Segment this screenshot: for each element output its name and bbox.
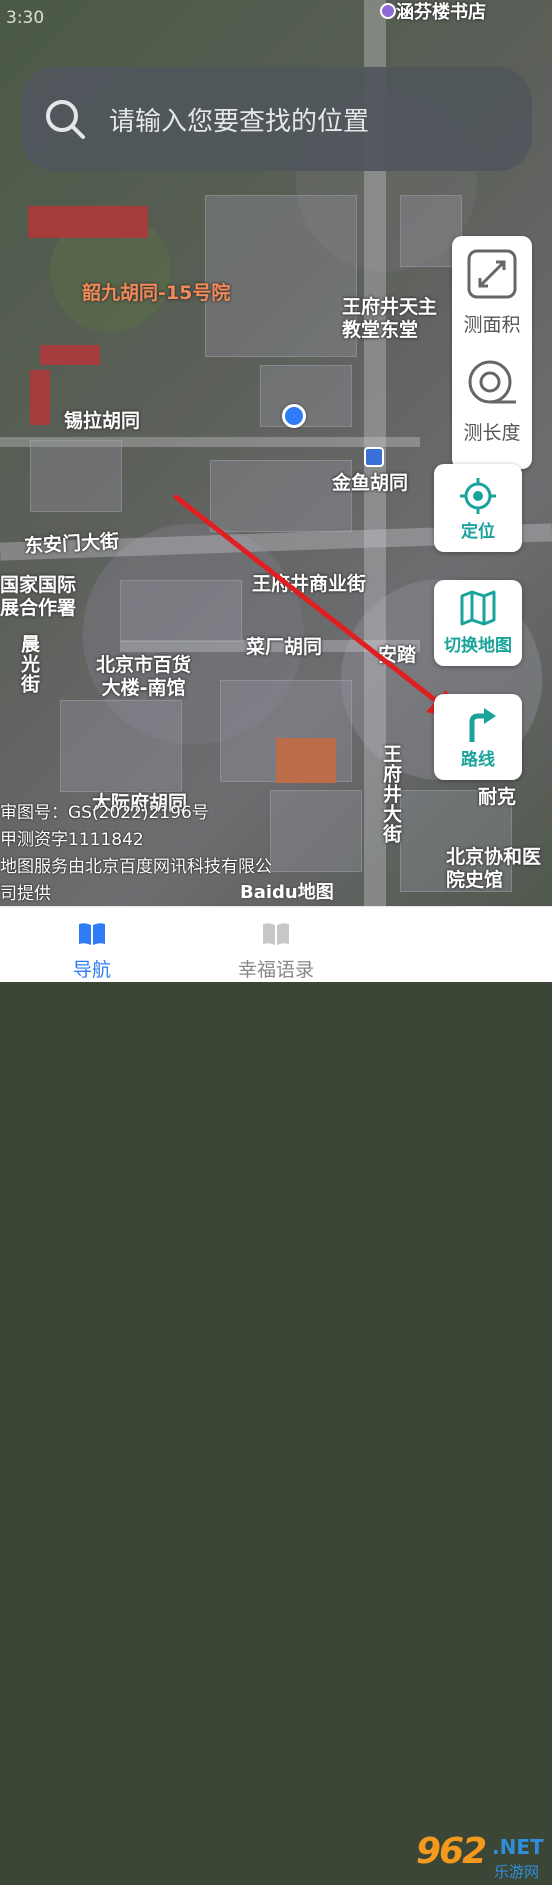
switch-map-button[interactable]: 切换地图	[434, 580, 522, 666]
measure-area-button[interactable]: 测面积	[452, 248, 532, 348]
watermark-sub: 乐游网	[494, 1863, 540, 1881]
copyright-line: 司提供	[0, 884, 51, 904]
measure-length-button[interactable]: 测长度	[452, 356, 532, 456]
map-fold-icon	[460, 590, 496, 626]
open-book-icon	[79, 923, 105, 945]
open-book-icon	[263, 923, 289, 945]
route-turn-icon	[469, 708, 496, 742]
copyright-line: 地图服务由北京百度网讯科技有限公	[0, 857, 272, 877]
copyright-line: 甲测资字1111842	[0, 830, 144, 850]
search-bar[interactable]: 请输入您要查找的位置	[21, 67, 532, 171]
baidu-map-logo: Baidu地图	[240, 882, 334, 903]
route-button[interactable]: 路线	[434, 694, 522, 780]
crosshair-icon	[460, 478, 496, 514]
route-label: 路线	[461, 750, 495, 770]
copyright-line: 审图号：GS(2022)2196号	[0, 803, 209, 823]
measure-length-icon	[468, 360, 516, 404]
measure-tools-panel: 测面积 测长度	[452, 236, 532, 469]
status-time: 3:30	[6, 8, 45, 28]
watermark-net: .NET	[492, 1835, 544, 1859]
search-input[interactable]: 请输入您要查找的位置	[109, 101, 369, 138]
nav-label-navigation: 导航	[72, 959, 111, 981]
map-copyright: 审图号：GS(2022)2196号 甲测资字1111842 地图服务由北京百度网…	[0, 800, 272, 906]
measure-length-label: 测长度	[463, 422, 521, 444]
measure-area-label: 测面积	[463, 314, 521, 336]
nav-item-happy-quotes[interactable]: 幸福语录	[206, 907, 346, 982]
measure-area-icon	[467, 249, 517, 299]
nav-item-navigation[interactable]: 导航	[22, 907, 162, 982]
locate-label: 定位	[461, 522, 495, 542]
watermark-number: 962	[416, 1831, 487, 1872]
search-icon	[46, 100, 85, 139]
watermark-logo: 962 .NET 乐游网	[412, 1829, 550, 1885]
locate-button[interactable]: 定位	[434, 464, 522, 552]
switch-map-label: 切换地图	[444, 636, 512, 656]
nav-label-happy-quotes: 幸福语录	[237, 959, 314, 981]
bottom-nav: 导航 幸福语录 962 .NET 乐游网	[0, 906, 552, 1881]
